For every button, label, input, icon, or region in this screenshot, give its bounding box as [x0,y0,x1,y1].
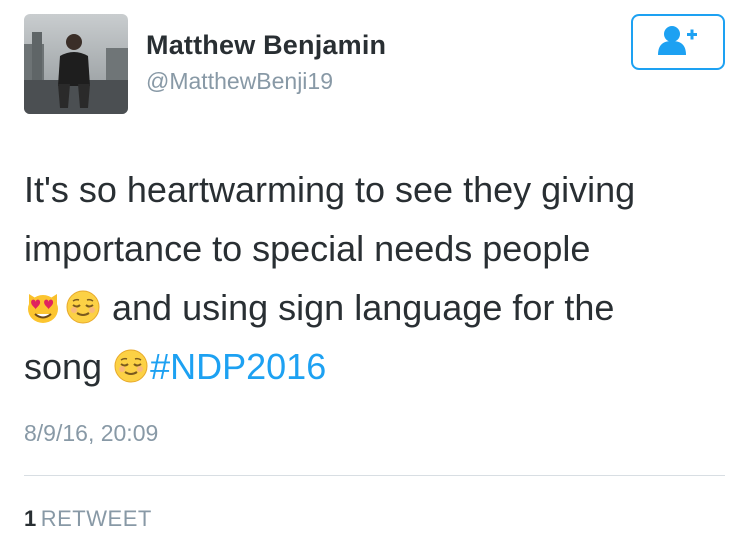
tweet-line-with-hashtag: song #NDP2016 [24,337,724,396]
tweet-line: It's so heartwarming to see they giving [24,169,636,210]
avatar[interactable] [24,14,128,114]
divider [24,475,725,476]
retweet-count: 1 [24,506,37,531]
heart-eyes-cat-emoji [24,288,62,326]
relieved-face-emoji [64,288,102,326]
retweet-stats[interactable]: 1 RETWEET [24,506,152,532]
relieved-face-emoji [112,347,150,385]
tweet-line: and using sign language for the [112,287,615,328]
tweet-text: It's so heartwarming to see they giving … [24,160,724,396]
tweet-line-with-emoji: and using sign language for the [24,278,724,337]
author-name[interactable]: Matthew Benjamin [146,30,386,61]
tweet-timestamp[interactable]: 8/9/16, 20:09 [24,420,158,447]
tweet-line: importance to special needs people [24,228,591,269]
retweet-label: RETWEET [40,506,152,531]
tweet-line: song [24,346,103,387]
author-handle[interactable]: @MatthewBenji19 [146,68,333,95]
hashtag-link[interactable]: #NDP2016 [150,346,326,387]
follow-button[interactable] [631,14,725,70]
follow-add-user-icon [657,24,699,61]
